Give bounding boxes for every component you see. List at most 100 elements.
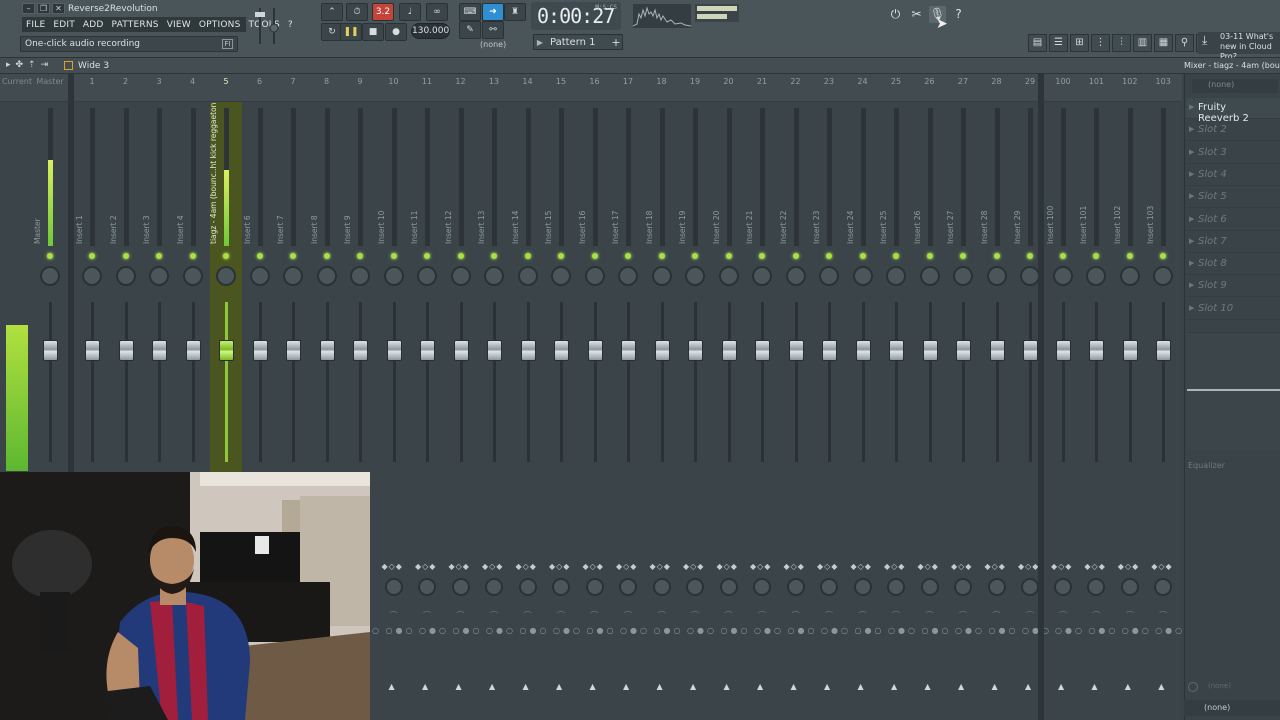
stereo-separation-knob[interactable] [786, 578, 805, 596]
pan-knob[interactable] [82, 266, 102, 286]
route-arrows-icon[interactable]: ◆◇◆ [1118, 562, 1139, 571]
add-pattern-icon[interactable]: + [610, 36, 622, 49]
link-icon[interactable]: ⚯ [482, 21, 504, 39]
pan-knob[interactable] [785, 266, 806, 286]
stereo-separation-knob[interactable] [552, 578, 570, 596]
wait-icon[interactable]: ⏱ [346, 3, 368, 21]
volume-fader[interactable] [252, 340, 268, 361]
pan-knob[interactable] [484, 266, 504, 286]
mixer-strip[interactable]: Insert 23 [812, 102, 845, 472]
stop-button[interactable]: ■ [362, 23, 384, 41]
mute-led-icon[interactable] [256, 253, 263, 259]
pan-knob[interactable] [852, 266, 873, 286]
send-arrow-icon[interactable]: ▲ [1158, 682, 1164, 691]
stereo-separation-knob[interactable] [954, 578, 972, 596]
step-button[interactable]: 3.2 [372, 3, 394, 21]
stereo-separation-knob[interactable] [887, 578, 905, 596]
mute-led-icon[interactable] [1160, 253, 1167, 259]
volume-fader[interactable] [922, 340, 938, 361]
mute-led-icon[interactable] [1060, 253, 1066, 259]
mute-led-icon[interactable] [457, 253, 464, 259]
browser-icon[interactable]: ▥ [1133, 34, 1152, 52]
pan-knob[interactable] [685, 266, 705, 286]
stereo-separation-knob[interactable] [418, 578, 436, 596]
menu-help[interactable]: ? [284, 20, 297, 30]
volume-fader[interactable] [554, 340, 569, 361]
route-arrows-icon[interactable]: ◆◇◆ [817, 562, 838, 571]
route-arrows-icon[interactable]: ◆◇◆ [851, 562, 872, 571]
mixer-strip[interactable]: Insert 103 [1146, 102, 1179, 472]
route-arrows-icon[interactable]: ◆◇◆ [985, 562, 1006, 571]
volume-fader[interactable] [1089, 340, 1105, 361]
effect-slot[interactable]: ▶ Slot 2 [1186, 120, 1280, 142]
pan-knob[interactable] [953, 266, 973, 286]
effect-slot[interactable]: ▶ Slot 5 [1186, 187, 1280, 209]
stereo-separation-knob[interactable] [1154, 578, 1173, 596]
send-arrow-icon[interactable]: ▲ [958, 682, 964, 691]
pan-knob[interactable] [350, 266, 370, 286]
volume-fader[interactable] [587, 340, 603, 361]
stereo-separation-knob[interactable] [652, 578, 671, 596]
send-arrow-icon[interactable]: ▲ [523, 682, 529, 691]
typing-keyboard-icon[interactable]: ⌨ [459, 3, 481, 21]
phase-icon[interactable]: ○●○ [1155, 626, 1185, 635]
mixer-strip[interactable]: Insert 24 [846, 102, 879, 472]
mute-led-icon[interactable] [290, 253, 296, 259]
volume-fader[interactable] [889, 340, 904, 361]
volume-fader[interactable] [85, 340, 100, 361]
stereo-separation-knob[interactable] [753, 578, 771, 596]
stereo-separation-knob[interactable] [1120, 578, 1139, 596]
pan-knob[interactable] [115, 266, 136, 286]
menu-file[interactable]: FILE [22, 20, 49, 30]
send-arrow-icon[interactable]: ▲ [623, 682, 629, 691]
pan-knob[interactable] [618, 266, 638, 286]
volume-fader[interactable] [855, 340, 871, 361]
route-arrows-icon[interactable]: ◆◇◆ [717, 562, 738, 571]
mixer-strip[interactable]: Insert 1 [75, 102, 108, 472]
route-arrows-icon[interactable]: ◆◇◆ [951, 562, 972, 571]
pan-knob[interactable] [584, 266, 605, 286]
send-arrow-icon[interactable]: ▲ [891, 682, 897, 691]
stereo-separation-knob[interactable] [1087, 578, 1106, 596]
mute-led-icon[interactable] [156, 253, 162, 259]
mixer-strip[interactable]: Insert 15 [544, 102, 577, 472]
send-arrow-icon[interactable]: ▲ [1091, 682, 1097, 691]
mute-led-icon[interactable] [926, 253, 933, 259]
effect-slot[interactable]: ▶ Slot 8 [1186, 254, 1280, 276]
mixer-strip[interactable]: Insert 7 [276, 102, 309, 472]
volume-fader[interactable] [956, 340, 971, 361]
mute-led-icon[interactable] [792, 253, 799, 259]
route-arrows-icon[interactable]: ◆◇◆ [1084, 562, 1105, 571]
plugin-picker-icon[interactable]: ▦ [1154, 34, 1173, 52]
tempo-display[interactable]: 130.000 [411, 23, 450, 39]
mixer-strip[interactable]: Insert 6 [243, 102, 276, 472]
mute-led-icon[interactable] [491, 253, 497, 259]
mixer-strip[interactable]: Master [33, 102, 66, 472]
mixer-header-tools-icon[interactable]: ▸✤⇡⇥ [6, 60, 53, 70]
volume-fader[interactable] [1156, 340, 1172, 361]
send-arrow-icon[interactable]: ▲ [992, 682, 998, 691]
pan-knob[interactable] [182, 266, 203, 286]
loop-record-icon[interactable]: ∞ [426, 3, 448, 21]
volume-fader[interactable] [1023, 340, 1038, 361]
news-panel[interactable]: ⤓ 03-11 What's new in Cloud Pro? [1198, 32, 1280, 61]
mixer-strip[interactable]: Insert 9 [343, 102, 376, 472]
master-volume-slider[interactable] [254, 4, 280, 52]
stereo-separation-knob[interactable] [518, 578, 537, 596]
mixer-strip[interactable]: Insert 8 [310, 102, 343, 472]
send-arrow-icon[interactable]: ▲ [657, 682, 663, 691]
volume-fader[interactable] [989, 340, 1005, 361]
pause-button[interactable]: ❚❚ [340, 23, 362, 41]
pan-knob[interactable] [752, 266, 772, 286]
touch-controller-icon[interactable]: ⚲ [1175, 34, 1194, 52]
mute-led-icon[interactable] [993, 253, 1000, 259]
stereo-separation-knob[interactable] [451, 578, 470, 596]
help-icon[interactable]: ? [950, 6, 967, 23]
route-arrows-icon[interactable]: ◆◇◆ [516, 562, 537, 571]
mixer-strip[interactable]: Insert 18 [645, 102, 678, 472]
volume-fader[interactable] [420, 340, 435, 361]
volume-fader[interactable] [721, 340, 737, 361]
send-arrow-icon[interactable]: ▲ [556, 682, 562, 691]
mixer-strip[interactable]: Insert 4 [176, 102, 209, 472]
mute-led-icon[interactable] [558, 253, 564, 259]
